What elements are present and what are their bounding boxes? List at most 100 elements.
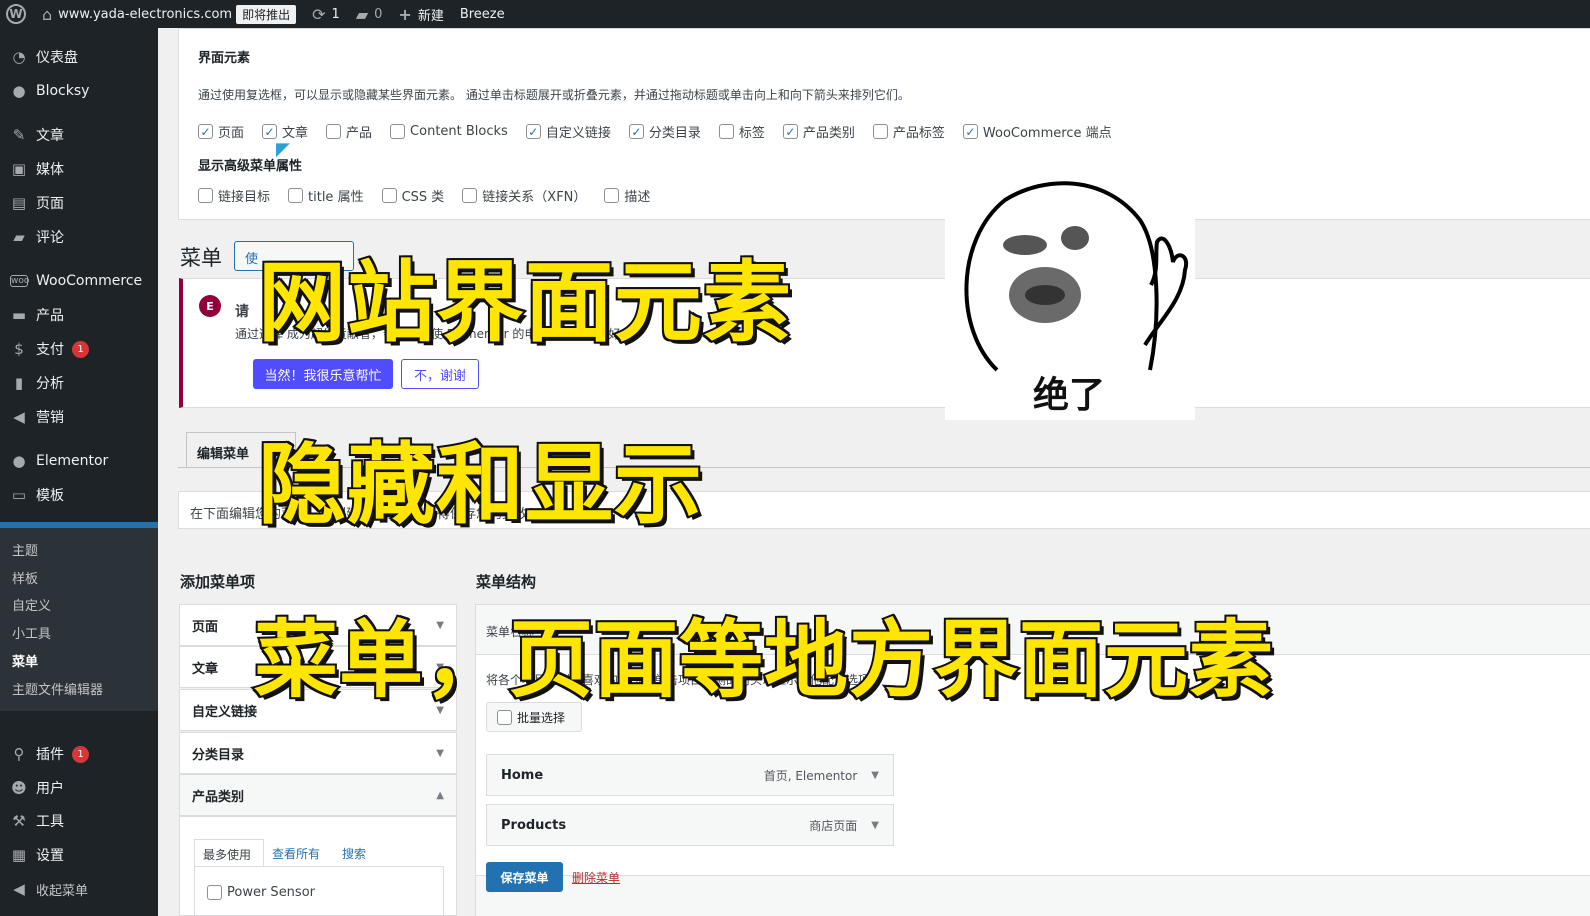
checkbox-title-attribute[interactable] — [288, 188, 304, 203]
folder-icon: ▭ — [11, 486, 27, 504]
plugin-icon: ⚲ — [13, 745, 25, 763]
checkbox-power-sensor[interactable] — [207, 885, 222, 900]
submenu-themes[interactable]: 主题 — [12, 540, 38, 559]
menu-item-products[interactable]: Products 商店页面 ▼ — [486, 804, 894, 846]
checkbox-tags[interactable] — [718, 124, 734, 139]
advanced-properties-boxes: 链接目标 title 属性 CSS 类 链接关系（XFN） 描述 — [198, 186, 668, 205]
checkbox-product-tags[interactable] — [872, 124, 888, 139]
new-label: 新建 — [417, 8, 444, 24]
accordion-product-categories[interactable]: 产品类别 ▲ — [179, 774, 457, 816]
delete-menu-link[interactable]: 删除菜单 — [572, 869, 620, 886]
caption-menus-pages: 菜单，页面等地方界面元素 — [252, 609, 1275, 711]
sidebar-item-templates[interactable]: ▭ 模板 — [0, 478, 158, 512]
updates-count: 1 — [331, 6, 340, 22]
sidebar-item-plugins[interactable]: ⚲ 插件 1 — [0, 737, 158, 771]
comments-count: 0 — [374, 6, 383, 22]
notice-no-button[interactable]: 不，谢谢 — [401, 359, 479, 389]
plus-icon: + — [398, 4, 412, 24]
sidebar-item-elementor[interactable]: ● Elementor — [0, 444, 158, 478]
menu-item-type: 首页, Elementor — [763, 768, 858, 783]
sidebar-item-dashboard[interactable]: ◔ 仪表盘 — [0, 40, 158, 74]
payment-icon: $ — [14, 340, 24, 358]
new-content-link[interactable]: + 新建 — [390, 0, 451, 28]
submenu-patterns[interactable]: 样板 — [12, 568, 38, 587]
menu-item-home[interactable]: Home 首页, Elementor ▼ — [486, 754, 894, 796]
checkbox-link-target[interactable] — [198, 188, 213, 203]
sidebar-item-posts[interactable]: ✎ 文章 — [0, 118, 158, 152]
appearance-submenu: 主题 样板 自定义 小工具 菜单 主题文件编辑器 — [0, 528, 158, 711]
breeze-link[interactable]: Breeze — [452, 0, 513, 28]
checkbox-content-blocks[interactable] — [390, 124, 406, 139]
screen-options-panel: 界面元素 通过使用复选框，可以显示或隐藏某些界面元素。 通过单击标题展开或折叠元… — [178, 28, 1590, 220]
wordpress-logo-icon: W — [6, 4, 26, 24]
comments-link[interactable]: ▰ 0 — [348, 0, 391, 28]
admin-bar: W ⌂ www.yada-electronics.com 即将推出 ⟳ 1 ▰ … — [0, 0, 1590, 28]
product-list-box: Power Sensor — [194, 866, 444, 916]
breeze-label: Breeze — [459, 6, 505, 22]
product-item-row: Power Sensor — [207, 885, 315, 900]
product-categories-panel: 最多使用 查看所有 搜索 Power Sensor — [179, 816, 457, 916]
submenu-widgets[interactable]: 小工具 — [12, 623, 51, 642]
checkbox-product-categories[interactable]: ✓ — [782, 124, 798, 139]
meme-caption: 绝了 — [1033, 375, 1106, 416]
checkbox-products[interactable] — [326, 124, 342, 139]
tab-view-all[interactable]: 查看所有 — [272, 845, 320, 862]
plugins-count-badge: 1 — [72, 745, 89, 763]
coming-soon-badge[interactable]: 即将推出 — [236, 4, 297, 24]
save-menu-button[interactable]: 保存菜单 — [486, 862, 563, 892]
sidebar-item-woocommerce[interactable]: woo WooCommerce — [0, 264, 158, 298]
chevron-down-icon[interactable]: ▼ — [871, 770, 879, 781]
elementor-icon: ● — [12, 452, 26, 470]
user-icon: ☻ — [11, 779, 27, 797]
submenu-menus[interactable]: 菜单 — [12, 651, 38, 670]
wrench-icon: ⚒ — [12, 812, 26, 830]
tab-search[interactable]: 搜索 — [342, 845, 366, 862]
mouse-cursor-icon: ◤ — [276, 139, 290, 160]
wp-logo-button[interactable]: W — [0, 0, 34, 28]
checkbox-woocommerce-endpoints[interactable]: ✓ — [962, 124, 978, 139]
sidebar-item-marketing[interactable]: ◀ 营销 — [0, 400, 158, 434]
comment-bubble-icon: ▰ — [355, 4, 369, 24]
tab-most-used[interactable]: 最多使用 — [194, 839, 264, 867]
sidebar-item-products[interactable]: ▬ 产品 — [0, 298, 158, 332]
checkbox-pages[interactable]: ✓ — [198, 124, 213, 139]
checkbox-description[interactable] — [604, 188, 620, 203]
checkbox-link-relationship[interactable] — [462, 188, 478, 203]
sidebar-item-media[interactable]: ▣ 媒体 — [0, 152, 158, 186]
checkbox-css-classes[interactable] — [381, 188, 397, 203]
sidebar-item-payments[interactable]: $ 支付 1 — [0, 332, 158, 366]
archive-icon: ▬ — [11, 306, 27, 324]
sidebar-collapse-menu[interactable]: ◀ 收起菜单 — [0, 872, 158, 906]
menu-item-type: 商店页面 — [809, 818, 858, 833]
updates-link[interactable]: ⟳ 1 — [304, 0, 348, 28]
elementor-logo-icon: E — [199, 295, 221, 317]
sidebar-item-blocksy[interactable]: ● Blocksy — [0, 74, 158, 108]
sidebar-item-users[interactable]: ☻ 用户 — [0, 771, 158, 805]
site-name-link[interactable]: ⌂ www.yada-electronics.com 即将推出 — [34, 0, 304, 28]
sidebar-item-tools[interactable]: ⚒ 工具 — [0, 804, 158, 838]
sidebar-item-analytics[interactable]: ▮ 分析 — [0, 366, 158, 400]
page-title: 菜单 — [180, 246, 222, 270]
refresh-icon: ⟳ — [312, 4, 326, 24]
accordion-categories[interactable]: 分类目录 ▼ — [179, 732, 457, 774]
chevron-down-icon: ▼ — [436, 747, 444, 759]
sidebar-item-settings[interactable]: ▦ 设置 — [0, 838, 158, 872]
dashboard-icon: ◔ — [12, 48, 26, 66]
sidebar-item-pages[interactable]: ▤ 页面 — [0, 186, 158, 220]
meme-sticker: 绝了 — [945, 170, 1195, 420]
checkbox-categories[interactable]: ✓ — [628, 124, 644, 139]
sidebar-item-comments[interactable]: ▰ 评论 — [0, 220, 158, 254]
notice-title: 请 — [235, 304, 249, 320]
settings-icon: ▦ — [11, 846, 27, 864]
menu-item-title: Products — [501, 817, 567, 833]
chevron-down-icon[interactable]: ▼ — [871, 820, 879, 831]
pin-icon: ✎ — [12, 126, 26, 144]
checkbox-custom-links[interactable]: ✓ — [525, 124, 541, 139]
page-icon: ▤ — [11, 194, 27, 212]
submenu-theme-file-editor[interactable]: 主题文件编辑器 — [12, 679, 103, 698]
submenu-customize[interactable]: 自定义 — [12, 595, 51, 614]
checkbox-posts[interactable]: ✓ — [262, 124, 278, 139]
notice-yes-button[interactable]: 当然！我很乐意帮忙 — [253, 359, 393, 389]
caption-hide-and-show: 隐藏和显示 — [256, 431, 704, 538]
media-icon: ▣ — [11, 160, 27, 178]
